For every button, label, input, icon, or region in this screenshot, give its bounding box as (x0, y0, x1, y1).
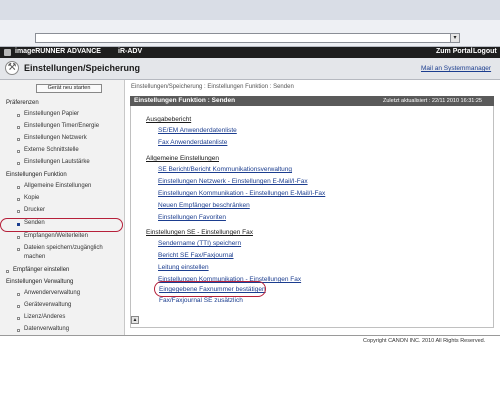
bullet-icon (17, 162, 20, 165)
mail-systemmanager-link[interactable]: Mail an Systemmanager (421, 65, 491, 72)
copyright-text: Copyright CANON INC. 2010 All Rights Res… (363, 338, 486, 344)
footer-divider (0, 335, 500, 336)
panel-title: Einstellungen Funktion : Senden (134, 97, 236, 104)
bullet-icon (17, 305, 20, 308)
section-allgemeine-einstellungen: Allgemeine Einstellungen (146, 155, 219, 162)
link-sendername[interactable]: Sendername (TTI) speichern (158, 240, 241, 247)
link-se-em-anwenderdatenliste[interactable]: SE/EM Anwenderdatenliste (158, 127, 237, 134)
device-name: iR-ADV (118, 48, 143, 55)
sidebar-group-empfaenger[interactable]: Empfänger einstellen (13, 267, 69, 273)
bullet-icon (17, 138, 20, 141)
link-favoriten[interactable]: Einstellungen Favoriten (158, 214, 226, 221)
restart-device-button[interactable]: Gerät neu starten (36, 84, 102, 93)
sidebar-item-geraet[interactable]: Geräteverwaltung (24, 302, 71, 308)
sidebar (0, 80, 125, 335)
browser-titlebar (0, 0, 500, 21)
sidebar-group-praeferenzen[interactable]: Präferenzen (6, 100, 39, 106)
link-bericht-fax[interactable]: Bericht SE Fax/Faxjournal (158, 252, 234, 259)
sidebar-item-allgemein[interactable]: Allgemeine Einstellungen (24, 183, 91, 189)
sidebar-group-verwaltung[interactable]: Einstellungen Verwaltung (6, 279, 73, 285)
sidebar-item-schnittstelle[interactable]: Externe Schnittstelle (24, 147, 79, 153)
arrow-up-icon[interactable]: ▲ (131, 316, 139, 324)
bullet-icon (17, 114, 20, 117)
breadcrumb: Einstellungen/Speicherung : Einstellunge… (131, 84, 294, 90)
bullet-icon (17, 293, 20, 296)
highlight-senden (0, 218, 123, 232)
logout-link[interactable]: Logout (473, 48, 497, 55)
bullet-icon (17, 126, 20, 129)
bullet-icon (6, 270, 9, 273)
sidebar-item-anwender[interactable]: Anwenderverwaltung (24, 290, 80, 296)
bullet-icon (17, 236, 20, 239)
bullet-icon (17, 198, 20, 201)
section-einstellungen-fax: Einstellungen SE - Einstellungen Fax (146, 229, 253, 236)
section-ausgabebericht: Ausgabebericht (146, 116, 192, 123)
sidebar-item-daten[interactable]: Datenverwaltung (24, 326, 69, 332)
sidebar-group-funktion[interactable]: Einstellungen Funktion (6, 172, 67, 178)
link-fax-anwenderdatenliste[interactable]: Fax Anwenderdatenliste (158, 139, 227, 146)
link-kommunikation-email-ifax[interactable]: Einstellungen Kommunikation - Einstellun… (158, 190, 325, 197)
link-fax-journal-zusaetzlich[interactable]: Fax/Faxjournal SE zusätzlich (159, 297, 243, 304)
sidebar-item-papier[interactable]: Einstellungen Papier (24, 111, 79, 117)
sidebar-item-timer[interactable]: Einstellungen Timer/Energie (24, 123, 99, 129)
bullet-icon (17, 248, 20, 251)
bullet-icon (17, 317, 20, 320)
address-dropdown-icon[interactable]: ▾ (450, 33, 460, 43)
canon-logo-icon (4, 49, 11, 56)
page-title: Einstellungen/Speicherung (24, 63, 141, 73)
sidebar-item-kopie[interactable]: Kopie (24, 195, 39, 201)
link-bericht-kommunikation[interactable]: SE Bericht/Bericht Kommunikationsverwalt… (158, 166, 292, 173)
link-neuen-empfaenger[interactable]: Neuen Empfänger beschränken (158, 202, 250, 209)
link-leitung[interactable]: Leitung einstellen (158, 264, 209, 271)
sidebar-item-netzwerk[interactable]: Einstellungen Netzwerk (24, 135, 87, 141)
sidebar-item-dateien-cont[interactable]: machen (24, 254, 45, 260)
bullet-icon (17, 186, 20, 189)
last-updated: Zuletzt aktualisiert : 22/11 2010 16:31:… (383, 98, 482, 104)
link-netzwerk-email-ifax[interactable]: Einstellungen Netzwerk - Einstellungen E… (158, 178, 308, 185)
sidebar-item-dateien[interactable]: Dateien speichern/zugänglich (24, 245, 103, 251)
sidebar-item-empfangen[interactable]: Empfangen/Weiterleiten (24, 233, 88, 239)
bullet-icon (17, 150, 20, 153)
portal-link[interactable]: Zum Portal (436, 48, 473, 55)
sidebar-item-lizenz[interactable]: Lizenz/Anderes (24, 314, 65, 320)
app-title: imageRUNNER ADVANCE (15, 48, 101, 55)
settings-wrench-icon: ⚒ (5, 61, 19, 75)
bullet-icon (17, 210, 20, 213)
bullet-icon (17, 329, 20, 332)
sidebar-item-drucker[interactable]: Drucker (24, 207, 45, 213)
highlight-faxnummer (154, 281, 266, 297)
address-bar[interactable] (35, 33, 459, 43)
sidebar-item-lautstaerke[interactable]: Einstellungen Lautstärke (24, 159, 90, 165)
